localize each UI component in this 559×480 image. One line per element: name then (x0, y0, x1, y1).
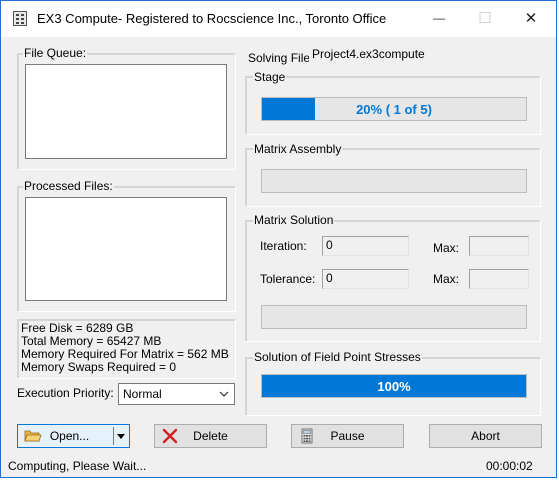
status-message: Computing, Please Wait... (8, 459, 147, 473)
field-point-label: Solution of Field Point Stresses (253, 350, 422, 364)
abort-button-label: Abort (471, 429, 500, 443)
total-memory-text: Total Memory = 65427 MB (21, 334, 162, 348)
tolerance-max-label: Max: (433, 272, 460, 286)
solving-file-value: Project4.ex3compute (312, 47, 425, 61)
execution-priority-value: Normal (123, 387, 162, 401)
close-button[interactable]: ✕ (508, 1, 554, 35)
chevron-down-icon (219, 391, 229, 397)
iteration-max-field (469, 236, 529, 256)
app-window: EX3 Compute- Registered to Rocscience In… (0, 0, 557, 478)
abort-button[interactable]: Abort (429, 424, 542, 448)
elapsed-time: 00:00:02 (486, 459, 533, 473)
pause-button-label: Pause (330, 429, 365, 443)
tolerance-value: 0 (326, 271, 333, 285)
memory-required-text: Memory Required For Matrix = 562 MB (21, 347, 229, 361)
stage-progress-text: 20% ( 1 of 5) (356, 101, 432, 117)
window-title: EX3 Compute- Registered to Rocscience In… (37, 11, 387, 26)
tolerance-label: Tolerance: (260, 272, 316, 286)
tolerance-max-field (469, 269, 529, 289)
chevron-down-icon[interactable] (117, 434, 125, 439)
app-icon (13, 11, 27, 26)
minimize-button[interactable]: — (416, 1, 462, 35)
open-button-divider (113, 427, 114, 445)
free-disk-text: Free Disk = 6289 GB (21, 321, 134, 335)
memory-swaps-text: Memory Swaps Required = 0 (21, 360, 177, 374)
folder-open-icon (24, 430, 42, 442)
minimize-icon: — (433, 11, 445, 25)
red-x-icon (162, 428, 178, 444)
stage-label: Stage (253, 70, 287, 84)
iteration-value: 0 (326, 238, 333, 252)
calculator-icon (301, 428, 313, 444)
maximize-icon: ☐ (478, 10, 492, 27)
close-icon: ✕ (524, 10, 538, 27)
matrix-solution-label: Matrix Solution (253, 213, 335, 227)
iteration-field: 0 (322, 236, 409, 256)
status-bar: Computing, Please Wait... 00:00:02 (1, 455, 556, 477)
delete-button[interactable]: Delete (154, 424, 267, 448)
title-bar: EX3 Compute- Registered to Rocscience In… (1, 1, 556, 37)
file-queue-label: File Queue: (23, 46, 88, 60)
field-point-progress-bar: 100% (261, 374, 527, 398)
iteration-label: Iteration: (260, 239, 307, 253)
tolerance-field: 0 (322, 269, 409, 289)
processed-files-label: Processed Files: (23, 179, 114, 193)
open-button[interactable]: Open... (17, 424, 130, 448)
execution-priority-label: Execution Priority: (17, 386, 114, 400)
open-button-label: Open... (49, 429, 90, 443)
stage-progress-bar: 20% ( 1 of 5) (261, 97, 527, 121)
execution-priority-select[interactable]: Normal (118, 383, 235, 405)
processed-files-list[interactable] (25, 197, 227, 301)
solving-file-label: Solving File: (248, 51, 314, 65)
iteration-max-label: Max: (433, 241, 460, 255)
field-point-progress-text: 100% (377, 378, 411, 394)
matrix-assembly-progress-bar (261, 169, 527, 193)
matrix-assembly-label: Matrix Assembly (253, 142, 343, 156)
file-queue-list[interactable] (25, 64, 227, 159)
matrix-solution-progress-bar (261, 305, 527, 329)
solving-file-field: Project4.ex3compute (309, 46, 529, 65)
pause-button[interactable]: Pause (291, 424, 404, 448)
maximize-button: ☐ (462, 1, 508, 35)
delete-button-label: Delete (193, 429, 228, 443)
